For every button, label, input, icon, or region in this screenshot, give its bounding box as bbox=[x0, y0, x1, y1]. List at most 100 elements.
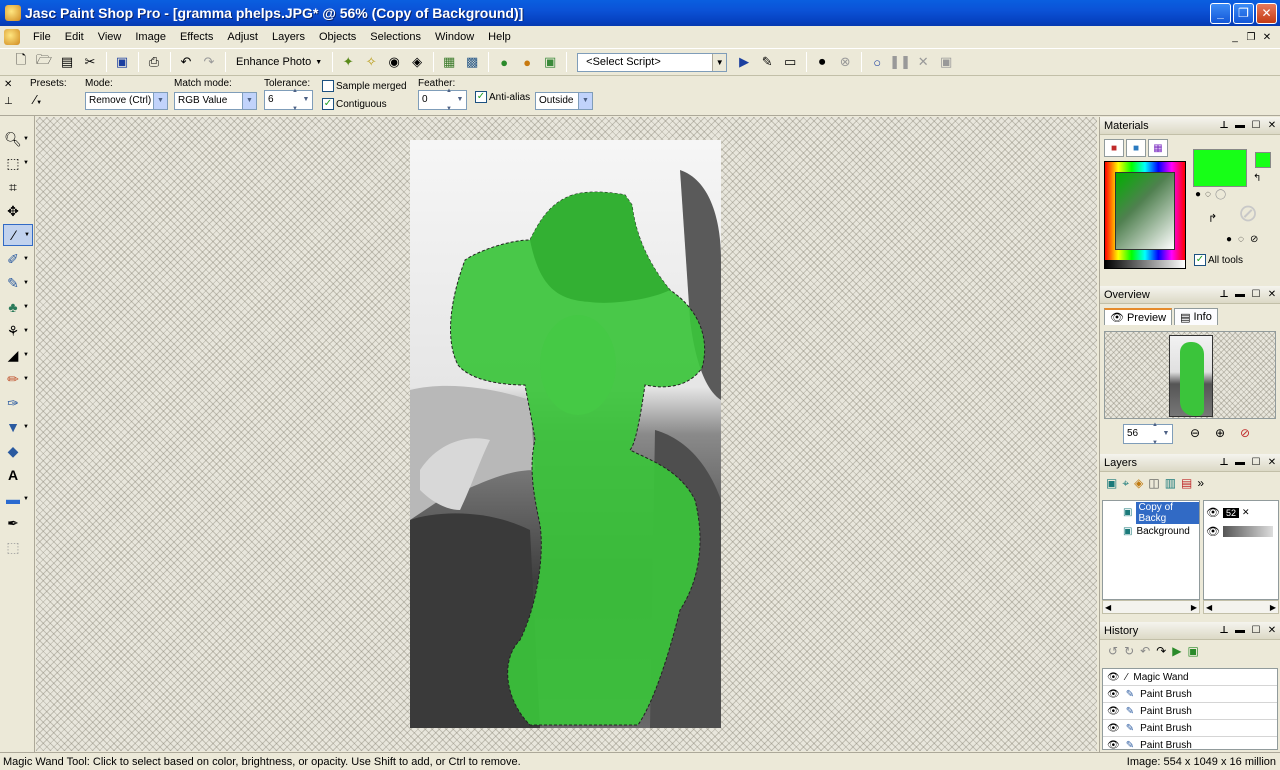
eye-icon[interactable]: 👁︎ bbox=[1107, 672, 1120, 683]
record-icon[interactable]: ○ bbox=[866, 51, 888, 73]
play-history-icon[interactable]: ▶ bbox=[1172, 644, 1181, 658]
pin-icon[interactable]: ⊥ bbox=[4, 96, 13, 107]
swatches-tab-icon[interactable]: ■ bbox=[1104, 139, 1124, 157]
contiguous-box[interactable]: ✓ bbox=[322, 98, 334, 110]
paint-brush-tool[interactable]: ✎ ▼ bbox=[3, 272, 33, 294]
doc-close-icon[interactable]: ✕ bbox=[1260, 30, 1274, 44]
minimize-icon[interactable]: ▬ bbox=[1232, 120, 1248, 131]
eye-icon[interactable]: 👁︎ bbox=[1107, 706, 1120, 717]
browse-icon[interactable]: ▤ bbox=[56, 51, 78, 73]
one-step-fix-icon[interactable]: ✦ bbox=[337, 51, 359, 73]
crop-tool[interactable]: ⌗ bbox=[3, 176, 33, 198]
save-to-script-icon[interactable]: ▣ bbox=[1187, 644, 1198, 658]
enhance-photo-button[interactable]: Enhance Photo ▼ bbox=[230, 56, 328, 68]
doc-restore-icon[interactable]: ❐ bbox=[1244, 30, 1258, 44]
match-mode-dropdown[interactable]: RGB Value ▼ bbox=[174, 92, 257, 110]
canvas-workspace[interactable] bbox=[36, 117, 1097, 751]
spin-arrows-icon[interactable]: ▲ ▼ bbox=[1150, 422, 1160, 446]
close-options-icon[interactable]: ✕ bbox=[4, 79, 12, 90]
grayscale-strip[interactable] bbox=[1105, 260, 1185, 268]
tab-info[interactable]: ▤ Info bbox=[1174, 308, 1218, 325]
contiguous-checkbox[interactable]: ✓ Contiguous bbox=[322, 98, 387, 110]
history-item[interactable]: 👁︎ ✎ Paint Brush bbox=[1103, 720, 1277, 737]
start-recording-icon[interactable]: ⏺ bbox=[811, 51, 833, 73]
feather-spinner[interactable]: 0 ▲ ▼ ▼ bbox=[418, 88, 467, 112]
history-item[interactable]: 👁︎ ✎ Paint Brush bbox=[1103, 737, 1277, 750]
menu-help[interactable]: Help bbox=[481, 26, 518, 48]
spin-arrows-icon[interactable]: ▲ ▼ bbox=[290, 88, 300, 112]
anti-alias-mode-dropdown[interactable]: Outside ▼ bbox=[535, 92, 593, 110]
swap-materials-icon[interactable]: ↱ bbox=[1208, 212, 1217, 225]
color-picker[interactable] bbox=[1104, 161, 1186, 269]
pin-icon[interactable]: ⊥ bbox=[1216, 289, 1232, 300]
eraser-tool[interactable]: ◢ ▼ bbox=[3, 344, 33, 366]
eye-icon[interactable]: 👁︎ bbox=[1107, 740, 1120, 750]
dropper-tool[interactable]: ✐ ▼ bbox=[3, 248, 33, 270]
all-tools-checkbox[interactable]: ✓ All tools bbox=[1194, 254, 1243, 266]
layer-row[interactable]: ▣ Copy of Backg bbox=[1103, 501, 1199, 524]
menu-edit[interactable]: Edit bbox=[58, 26, 91, 48]
sample-merged-box[interactable] bbox=[322, 80, 334, 92]
close-button[interactable]: ✕ bbox=[1256, 2, 1277, 24]
chevron-down-icon[interactable]: ▼ bbox=[300, 91, 312, 109]
layer-properties-icon[interactable]: ▤ bbox=[1181, 476, 1192, 491]
spin-arrows-icon[interactable]: ▲ ▼ bbox=[444, 88, 454, 112]
zoom-tool[interactable]: 🔍︎ ▼ bbox=[3, 128, 33, 150]
props-scrollbar[interactable]: ◀ ▶ bbox=[1203, 600, 1279, 614]
menu-image[interactable]: Image bbox=[128, 26, 173, 48]
opacity-slider[interactable] bbox=[1222, 526, 1273, 537]
pin-icon[interactable]: ⊥ bbox=[1216, 120, 1232, 131]
history-item[interactable]: 👁︎ ✎ Paint Brush bbox=[1103, 703, 1277, 720]
color-replacer-tool[interactable]: ◆ bbox=[3, 440, 33, 462]
smart-fix-icon[interactable]: ✧ bbox=[360, 51, 382, 73]
print-icon[interactable]: ⎙ bbox=[143, 51, 165, 73]
close-icon[interactable]: ✕ bbox=[1264, 625, 1280, 636]
redo-selected-icon[interactable]: ↻ bbox=[1124, 644, 1134, 658]
maximize-button[interactable]: ❐ bbox=[1233, 2, 1254, 24]
photo-frame-icon[interactable]: ▦ bbox=[438, 51, 460, 73]
null-material-icon[interactable]: ⊘ bbox=[1238, 199, 1258, 228]
zoom-out-icon[interactable]: ⊖ bbox=[1190, 426, 1200, 440]
pin-icon[interactable]: ⊥ bbox=[1216, 625, 1232, 636]
background-swatch[interactable] bbox=[1255, 152, 1271, 168]
save-script-icon[interactable]: ▣ bbox=[935, 51, 957, 73]
open-file-icon[interactable]: 🗁 bbox=[33, 51, 55, 73]
new-raster-layer-icon[interactable]: ▣ bbox=[1106, 476, 1117, 491]
bg-null-style-icon[interactable]: ⊘ bbox=[1250, 234, 1258, 245]
tab-preview[interactable]: 👁︎ Preview bbox=[1104, 308, 1173, 325]
blend-mode-icon[interactable]: ✕ bbox=[1242, 507, 1250, 518]
image-canvas[interactable] bbox=[410, 140, 721, 728]
app-icon[interactable] bbox=[5, 5, 21, 21]
maximize-icon[interactable]: ☐ bbox=[1248, 120, 1264, 131]
maximize-icon[interactable]: ☐ bbox=[1248, 289, 1264, 300]
close-icon[interactable]: ✕ bbox=[1264, 457, 1280, 468]
minimize-icon[interactable]: ▬ bbox=[1232, 625, 1248, 636]
redo-icon[interactable]: ↷ bbox=[198, 51, 220, 73]
zoom-spinner[interactable]: 56 ▲ ▼ ▼ bbox=[1123, 422, 1173, 446]
foreground-swatch[interactable] bbox=[1193, 149, 1247, 187]
new-file-icon[interactable]: 🗋 bbox=[10, 51, 32, 73]
layer-opacity[interactable]: 52 bbox=[1222, 507, 1239, 518]
menu-file[interactable]: File bbox=[26, 26, 58, 48]
all-tools-box[interactable]: ✓ bbox=[1194, 254, 1206, 266]
bg-gradient-style-icon[interactable]: ◌ bbox=[1238, 234, 1244, 245]
eye-icon[interactable]: 👁︎ bbox=[1107, 689, 1120, 700]
pen-tool[interactable]: ✒ bbox=[3, 512, 33, 534]
menu-adjust[interactable]: Adjust bbox=[220, 26, 265, 48]
anti-alias-checkbox[interactable]: ✓ Anti-alias bbox=[475, 91, 530, 103]
redo-icon[interactable]: ↷ bbox=[1156, 644, 1166, 658]
script-output-icon[interactable]: ▭ bbox=[779, 51, 801, 73]
object-selector-tool[interactable]: ⬚ bbox=[3, 536, 33, 558]
document-icon[interactable] bbox=[4, 29, 20, 45]
layers-scrollbar[interactable]: ◀ ▶ bbox=[1102, 600, 1200, 614]
shape-tool[interactable]: ▬ ▼ bbox=[3, 488, 33, 510]
clone-brush-tool[interactable]: ♣ ▼ bbox=[3, 296, 33, 318]
clarify-icon[interactable]: ◈ bbox=[406, 51, 428, 73]
menu-layers[interactable]: Layers bbox=[265, 26, 312, 48]
move-tool[interactable]: ✥ bbox=[3, 200, 33, 222]
gradient-style-icon[interactable]: ◌ bbox=[1205, 189, 1211, 200]
visibility-eye-icon[interactable]: 👁︎ bbox=[1206, 506, 1220, 519]
minimize-icon[interactable]: ▬ bbox=[1232, 289, 1248, 300]
undo-icon[interactable]: ↶ bbox=[175, 51, 197, 73]
select-script-dropdown[interactable]: <Select Script> ▼ bbox=[577, 52, 728, 72]
